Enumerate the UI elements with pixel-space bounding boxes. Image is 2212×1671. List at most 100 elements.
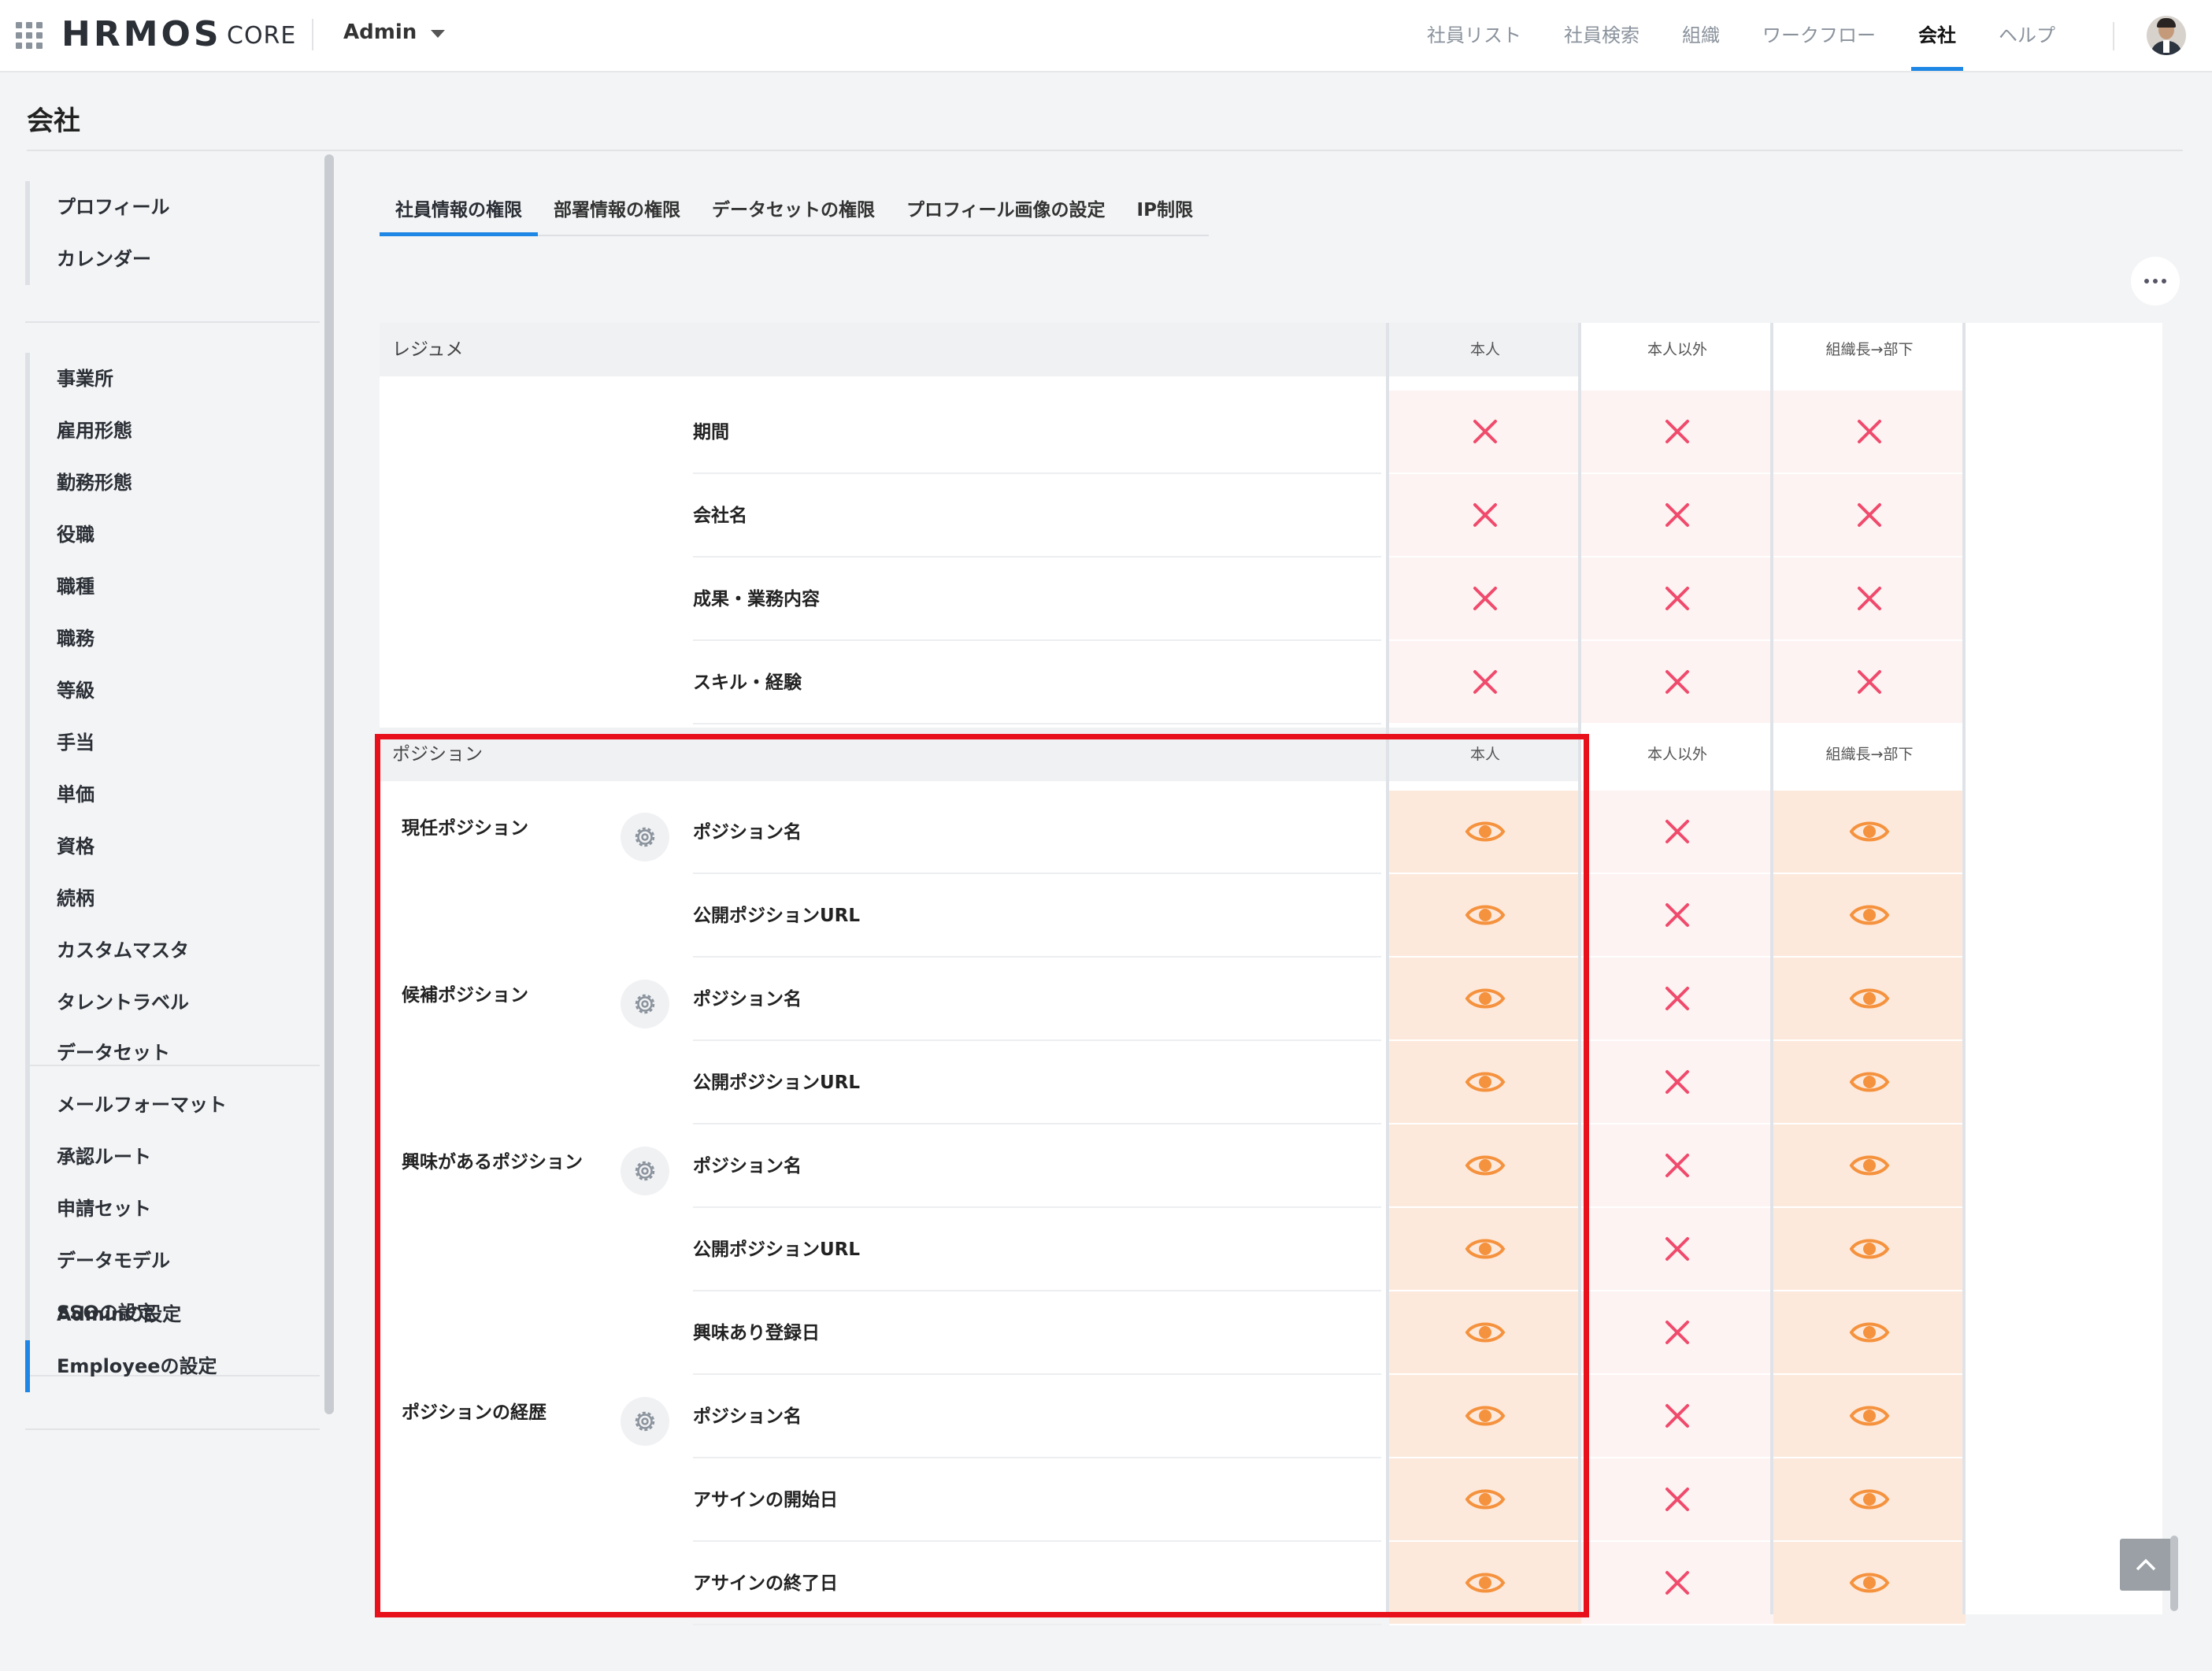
cross-icon	[1665, 820, 1689, 843]
permission-cell[interactable]	[1773, 1542, 1966, 1625]
sidebar-item[interactable]: 手当	[25, 717, 320, 769]
eye-icon	[1849, 1489, 1890, 1510]
nav-item[interactable]: 社員検索	[1543, 0, 1661, 71]
sidebar-item[interactable]: 申請セット	[25, 1183, 320, 1235]
permission-cell[interactable]	[1581, 641, 1773, 724]
permission-cell[interactable]	[1581, 1458, 1773, 1542]
tab[interactable]: データセットの権限	[696, 186, 891, 235]
sidebar-item[interactable]: 雇用形態	[25, 405, 320, 457]
permission-cell[interactable]	[1389, 474, 1581, 558]
sidebar-item[interactable]: Adminの設定	[25, 1288, 320, 1340]
tab[interactable]: IP制限	[1121, 186, 1209, 235]
tab[interactable]: 部署情報の権限	[538, 186, 696, 235]
nav-item[interactable]: ワークフロー	[1741, 0, 1897, 71]
permission-cell[interactable]	[1389, 1124, 1581, 1208]
permission-cell[interactable]	[1773, 874, 1966, 958]
permission-cell[interactable]	[1773, 558, 1966, 641]
tab[interactable]: 社員情報の権限	[380, 186, 538, 236]
permission-cell[interactable]	[1773, 641, 1966, 724]
permission-cell[interactable]	[1389, 1041, 1581, 1124]
permission-cell[interactable]	[1389, 641, 1581, 724]
column-divider	[1770, 728, 1773, 1614]
eye-icon	[1465, 988, 1506, 1009]
sidebar-item[interactable]: 承認ルート	[25, 1131, 320, 1183]
permission-cell[interactable]	[1581, 791, 1773, 874]
permission-cell[interactable]	[1581, 1208, 1773, 1291]
nav-item[interactable]: 社員リスト	[1406, 0, 1543, 71]
permission-cell[interactable]	[1389, 791, 1581, 874]
nav-item[interactable]: ヘルプ	[1977, 0, 2077, 71]
sidebar-item[interactable]: 単価	[25, 769, 320, 821]
group-label: ポジションの経歴	[402, 1402, 547, 1423]
permission-cell[interactable]	[1773, 474, 1966, 558]
permission-cell[interactable]	[1581, 1542, 1773, 1625]
sidebar-item[interactable]: 等級	[25, 665, 320, 717]
permission-cell[interactable]	[1581, 1375, 1773, 1458]
nav-item[interactable]: 組織	[1661, 0, 1741, 71]
permission-cell[interactable]	[1581, 874, 1773, 958]
sidebar-item[interactable]: 続柄	[25, 873, 320, 924]
tab[interactable]: プロフィール画像の設定	[891, 186, 1121, 235]
permission-cell[interactable]	[1773, 958, 1966, 1041]
sidebar-item[interactable]: プロフィール	[25, 181, 320, 233]
permission-cell[interactable]	[1773, 1208, 1966, 1291]
sidebar-item[interactable]: 事業所	[25, 353, 320, 405]
sidebar-item[interactable]: タレントラベル	[25, 976, 320, 1028]
sidebar-item[interactable]: 勤務形態	[25, 457, 320, 509]
permission-cell[interactable]	[1773, 1124, 1966, 1208]
table-row: 候補ポジション ポジション名	[380, 958, 1966, 1041]
permission-cell[interactable]	[1389, 1375, 1581, 1458]
permission-cell[interactable]	[1389, 558, 1581, 641]
group-settings-button[interactable]	[621, 980, 669, 1028]
sidebar-item[interactable]: データモデル	[25, 1235, 320, 1287]
permission-cell[interactable]	[1581, 1291, 1773, 1375]
sidebar-item[interactable]: Employeeの設定	[25, 1340, 320, 1392]
sidebar-item[interactable]: 役職	[25, 509, 320, 561]
group-label: 現任ポジション	[402, 818, 528, 839]
cross-icon	[1473, 503, 1497, 527]
permission-cell[interactable]	[1773, 1375, 1966, 1458]
role-select[interactable]: Admin	[343, 20, 446, 44]
back-to-top-button[interactable]	[2120, 1539, 2172, 1591]
sidebar-divider	[25, 1428, 320, 1430]
app-grid-icon[interactable]	[16, 22, 43, 49]
permission-cell[interactable]	[1581, 391, 1773, 474]
logo[interactable]: HRMOS	[61, 14, 222, 54]
sidebar-item[interactable]: メールフォーマット	[25, 1079, 320, 1131]
sidebar-item[interactable]: 職務	[25, 613, 320, 665]
page-scrollbar[interactable]	[2170, 1536, 2178, 1611]
permission-cell[interactable]	[1581, 1041, 1773, 1124]
more-options-button[interactable]	[2131, 257, 2180, 306]
permission-cell[interactable]	[1773, 391, 1966, 474]
permission-cell[interactable]	[1389, 874, 1581, 958]
sidebar-scrollbar[interactable]	[324, 154, 334, 1414]
permission-cell[interactable]	[1581, 958, 1773, 1041]
sidebar-item[interactable]: 職種	[25, 561, 320, 613]
permission-cell[interactable]	[1389, 391, 1581, 474]
permission-cell[interactable]	[1773, 791, 1966, 874]
permission-cell[interactable]	[1773, 1458, 1966, 1542]
column-header: 本人以外	[1647, 746, 1707, 763]
sidebar-item[interactable]: 資格	[25, 821, 320, 873]
cross-icon	[1858, 670, 1881, 694]
column-header: 組織長→部下	[1825, 341, 1914, 358]
permission-cell[interactable]	[1581, 474, 1773, 558]
nav-item[interactable]: 会社	[1897, 0, 1977, 71]
permission-cell[interactable]	[1773, 1291, 1966, 1375]
group-settings-button[interactable]	[621, 813, 669, 861]
cross-icon	[1665, 587, 1689, 610]
permission-cell[interactable]	[1389, 1542, 1581, 1625]
permission-cell[interactable]	[1581, 1124, 1773, 1208]
permission-cell[interactable]	[1389, 1208, 1581, 1291]
permission-cell[interactable]	[1389, 1458, 1581, 1542]
group-settings-button[interactable]	[621, 1397, 669, 1446]
avatar[interactable]	[2147, 16, 2186, 55]
sidebar-item[interactable]: カレンダー	[25, 233, 320, 285]
permission-cell[interactable]	[1581, 558, 1773, 641]
permission-cell[interactable]	[1773, 1041, 1966, 1124]
sidebar-item[interactable]: データセット	[25, 1027, 320, 1079]
group-settings-button[interactable]	[621, 1147, 669, 1195]
permission-cell[interactable]	[1389, 1291, 1581, 1375]
permission-cell[interactable]	[1389, 958, 1581, 1041]
sidebar-item[interactable]: カスタムマスタ	[25, 924, 320, 976]
